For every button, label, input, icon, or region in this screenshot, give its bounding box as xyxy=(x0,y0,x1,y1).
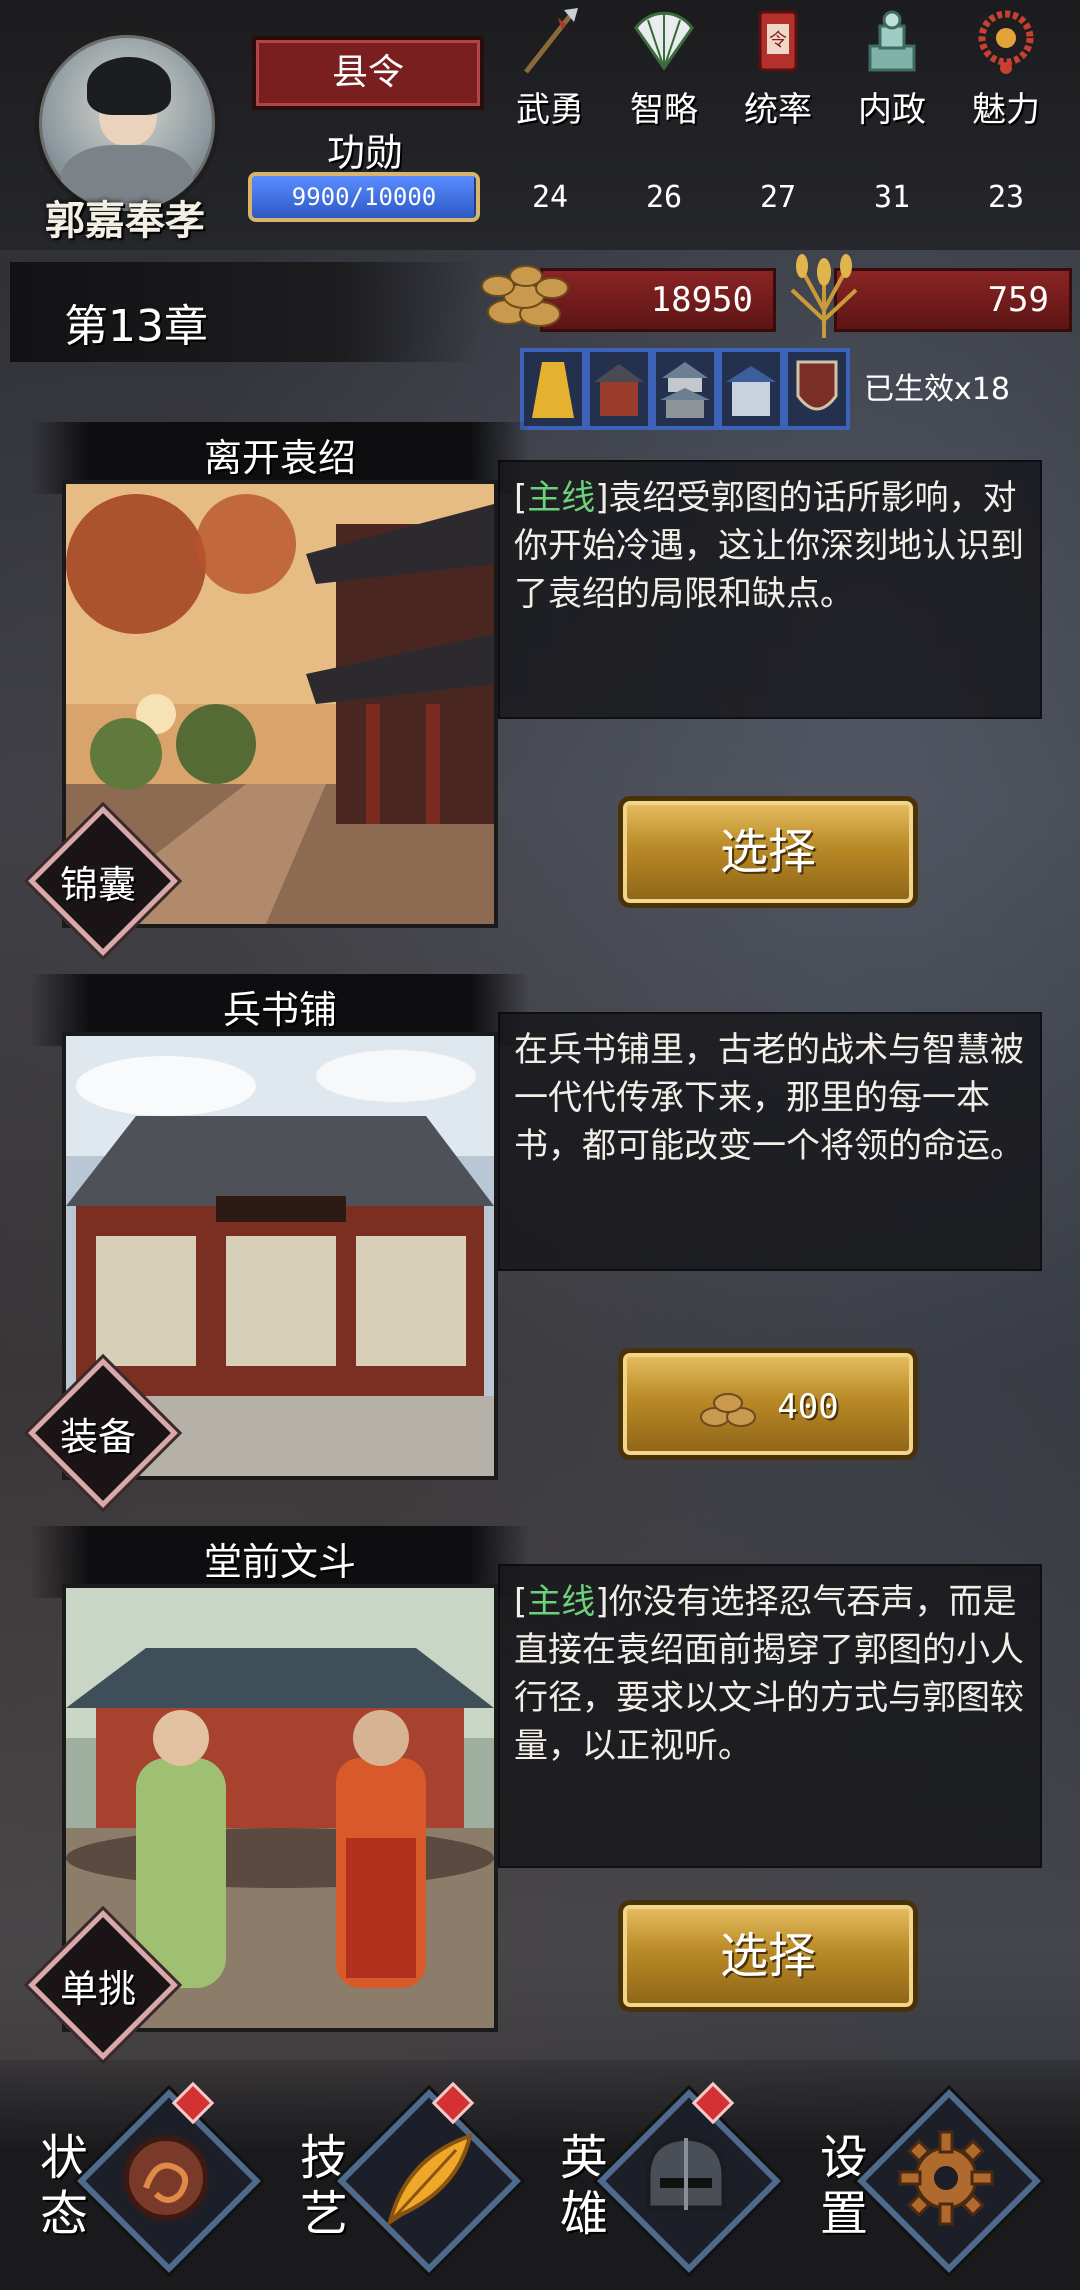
event-category: 锦囊 xyxy=(59,863,136,907)
seal-icon xyxy=(868,10,916,72)
item-slot-building[interactable] xyxy=(586,348,652,430)
rank-badge: 县令 xyxy=(252,36,484,110)
coins-icon xyxy=(481,265,569,327)
command-token-icon: 令 xyxy=(758,10,798,72)
fan-icon xyxy=(634,11,694,71)
stat-label: 统率 xyxy=(744,90,812,130)
grain-value: 759 xyxy=(987,280,1049,320)
chapter-title: 第13章 xyxy=(64,301,208,352)
event-description-box: [主线]袁绍受郭图的话所影响，对你开始冷遇，这让你深刻地认识到了袁绍的局限和缺点… xyxy=(498,460,1042,719)
item-slot-pagoda[interactable] xyxy=(652,348,718,430)
merit-label: 功勋 xyxy=(326,131,403,175)
stat-label: 智略 xyxy=(630,90,698,130)
stat-value: 27 xyxy=(759,180,797,215)
event-category: 单挑 xyxy=(59,1967,136,2011)
nav-heroes[interactable]: 英雄 xyxy=(550,2081,790,2273)
main-quest-tag: 主线 xyxy=(527,478,596,518)
stat-value: 31 xyxy=(873,180,911,215)
nav-status[interactable]: 状态 xyxy=(30,2081,270,2273)
shield-icon xyxy=(796,360,838,411)
main-quest-tag: 主线 xyxy=(527,1582,596,1622)
palace-icon xyxy=(726,366,776,416)
building-icon xyxy=(594,364,644,416)
helmet-icon xyxy=(645,2135,727,2211)
nav-skills[interactable]: 技艺 xyxy=(290,2081,530,2273)
merit-progress-bar: 9900/10000 xyxy=(248,172,480,222)
item-slot-shield[interactable] xyxy=(784,348,850,430)
event-category: 装备 xyxy=(59,1415,136,1459)
nav-settings[interactable]: 设置 xyxy=(810,2089,1050,2273)
stat-label: 魅力 xyxy=(972,90,1040,130)
event-description-text: 在兵书铺里，古老的战术与智慧被一代代传承下来，那里的每一本书，都可能改变一个将领… xyxy=(514,1030,1024,1166)
svg-text:令: 令 xyxy=(769,30,787,51)
effects-count: 已生效x18 xyxy=(864,372,1010,407)
cost-value: 400 xyxy=(777,1387,839,1427)
necklace-icon xyxy=(978,10,1034,74)
player-name: 郭嘉奉孝 xyxy=(45,198,205,244)
buy-button[interactable]: 400 xyxy=(618,1348,918,1460)
stat-value: 26 xyxy=(645,180,683,215)
feather-icon xyxy=(386,2132,473,2227)
event-description-box: [主线]你没有选择忍气吞声，而是直接在袁绍面前揭穿了郭图的小人行径，要求以文斗的… xyxy=(498,1564,1042,1868)
gear-icon xyxy=(898,2130,994,2226)
spear-icon xyxy=(524,8,578,74)
robe-icon xyxy=(532,362,574,418)
item-slot-robe[interactable] xyxy=(520,348,586,430)
stat-value: 23 xyxy=(987,180,1025,215)
stat-charisma: 魅力 23 xyxy=(960,0,1052,230)
dragon-icon xyxy=(123,2135,209,2221)
stat-label: 武勇 xyxy=(516,90,584,130)
stat-label: 内政 xyxy=(858,90,926,130)
item-slot-palace[interactable] xyxy=(718,348,784,430)
merit-progress-text: 9900/10000 xyxy=(291,183,437,211)
stat-valor: 武勇 24 xyxy=(504,0,596,230)
select-button[interactable]: 选择 xyxy=(618,1900,918,2012)
select-button[interactable]: 选择 xyxy=(618,796,918,908)
stat-value: 24 xyxy=(531,180,569,215)
grain-bar: 759 xyxy=(834,268,1072,332)
stat-command: 令 统率 27 xyxy=(732,0,824,230)
stat-strategy: 智略 26 xyxy=(618,0,710,230)
event-description-box: 在兵书铺里，古老的战术与智慧被一代代传承下来，那里的每一本书，都可能改变一个将领… xyxy=(498,1012,1042,1271)
stat-governance: 内政 31 xyxy=(846,0,938,230)
pagoda-icon xyxy=(660,362,710,418)
grain-icon xyxy=(790,254,858,338)
event-description: [主线]你没有选择忍气吞声，而是直接在袁绍面前揭穿了郭图的小人行径，要求以文斗的… xyxy=(514,1582,1024,1766)
coins-icon xyxy=(700,1393,757,1427)
event-description: [主线]袁绍受郭图的话所影响，对你开始冷遇，这让你深刻地认识到了袁绍的局限和缺点… xyxy=(514,478,1024,614)
